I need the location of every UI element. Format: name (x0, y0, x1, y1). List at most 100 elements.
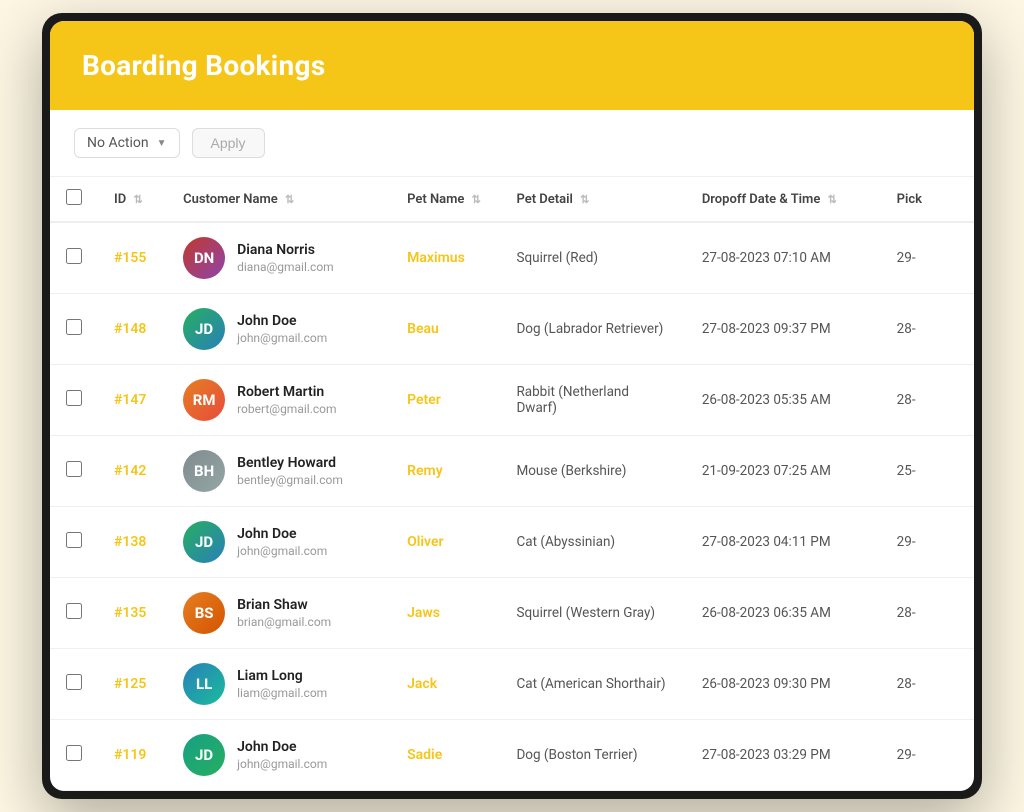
action-dropdown-label: No Action (87, 135, 149, 151)
customer-email: liam@gmail.com (237, 686, 327, 700)
row-pet-name[interactable]: Oliver (391, 507, 500, 578)
row-customer: JD John Doe john@gmail.com (167, 507, 391, 578)
header-pet-name: Pet Name ⇅ (391, 177, 500, 222)
device-frame: Boarding Bookings No Action ▼ Apply ID (42, 13, 982, 799)
sort-icon-detail[interactable]: ⇅ (580, 193, 589, 206)
row-pickup: 28- (881, 365, 974, 436)
row-dropoff: 27-08-2023 09:37 PM (686, 294, 881, 365)
table-row: #142 BH Bentley Howard bentley@gmail.com… (50, 436, 974, 507)
table-row: #125 LL Liam Long liam@gmail.com Jack Ca… (50, 649, 974, 720)
avatar: BH (183, 450, 225, 492)
row-id: #148 (98, 294, 167, 365)
table-row: #147 RM Robert Martin robert@gmail.com P… (50, 365, 974, 436)
customer-name: Bentley Howard (237, 455, 343, 471)
bookings-table: ID ⇅ Customer Name ⇅ Pet Name ⇅ Pet De (50, 177, 974, 791)
customer-info: Diana Norris diana@gmail.com (237, 242, 334, 274)
customer-info: John Doe john@gmail.com (237, 526, 327, 558)
action-dropdown[interactable]: No Action ▼ (74, 128, 180, 158)
customer-name: John Doe (237, 313, 327, 329)
row-checkbox-#135[interactable] (66, 603, 82, 619)
table-row: #119 JD John Doe john@gmail.com Sadie Do… (50, 720, 974, 791)
customer-email: diana@gmail.com (237, 260, 334, 274)
select-all-checkbox[interactable] (66, 189, 82, 205)
customer-name: Liam Long (237, 668, 327, 684)
row-pickup: 28- (881, 649, 974, 720)
row-customer: JD John Doe john@gmail.com (167, 720, 391, 791)
header-checkbox-cell (50, 177, 98, 222)
row-customer: LL Liam Long liam@gmail.com (167, 649, 391, 720)
row-id: #119 (98, 720, 167, 791)
row-pet-name[interactable]: Sadie (391, 720, 500, 791)
row-customer: RM Robert Martin robert@gmail.com (167, 365, 391, 436)
row-pet-detail: Dog (Boston Terrier) (500, 720, 685, 791)
customer-info: John Doe john@gmail.com (237, 313, 327, 345)
row-checkbox-cell (50, 649, 98, 720)
toolbar: No Action ▼ Apply (50, 110, 974, 177)
row-pet-name[interactable]: Jack (391, 649, 500, 720)
row-dropoff: 26-08-2023 05:35 AM (686, 365, 881, 436)
table-row: #135 BS Brian Shaw brian@gmail.com Jaws … (50, 578, 974, 649)
row-checkbox-cell (50, 294, 98, 365)
row-pet-name[interactable]: Maximus (391, 222, 500, 294)
row-checkbox-#119[interactable] (66, 745, 82, 761)
table-body: #155 DN Diana Norris diana@gmail.com Max… (50, 222, 974, 791)
row-checkbox-cell (50, 578, 98, 649)
sort-icon-customer[interactable]: ⇅ (285, 193, 294, 206)
row-pickup: 28- (881, 578, 974, 649)
header-dropoff: Dropoff Date & Time ⇅ (686, 177, 881, 222)
row-checkbox-cell (50, 507, 98, 578)
row-pickup: 25- (881, 436, 974, 507)
row-dropoff: 21-09-2023 07:25 AM (686, 436, 881, 507)
row-customer: DN Diana Norris diana@gmail.com (167, 222, 391, 294)
row-pickup: 29- (881, 222, 974, 294)
customer-name: John Doe (237, 526, 327, 542)
customer-name: Brian Shaw (237, 597, 331, 613)
header-pickup: Pick (881, 177, 974, 222)
row-checkbox-cell (50, 365, 98, 436)
sort-icon-id[interactable]: ⇅ (133, 193, 142, 206)
row-pet-name[interactable]: Peter (391, 365, 500, 436)
row-pickup: 28- (881, 294, 974, 365)
row-pet-detail: Cat (American Shorthair) (500, 649, 685, 720)
row-id: #142 (98, 436, 167, 507)
customer-email: john@gmail.com (237, 544, 327, 558)
row-pet-name[interactable]: Remy (391, 436, 500, 507)
row-id: #135 (98, 578, 167, 649)
row-pet-detail: Mouse (Berkshire) (500, 436, 685, 507)
chevron-down-icon: ▼ (157, 138, 167, 149)
row-checkbox-#138[interactable] (66, 532, 82, 548)
header-customer: Customer Name ⇅ (167, 177, 391, 222)
row-pet-detail: Cat (Abyssinian) (500, 507, 685, 578)
apply-button[interactable]: Apply (192, 128, 265, 158)
row-checkbox-cell (50, 720, 98, 791)
customer-email: john@gmail.com (237, 331, 327, 345)
row-pet-name[interactable]: Beau (391, 294, 500, 365)
avatar: BS (183, 592, 225, 634)
page-header: Boarding Bookings (50, 21, 974, 110)
customer-email: john@gmail.com (237, 757, 327, 771)
sort-icon-pet[interactable]: ⇅ (472, 193, 481, 206)
row-checkbox-#147[interactable] (66, 390, 82, 406)
row-pet-detail: Dog (Labrador Retriever) (500, 294, 685, 365)
row-checkbox-#125[interactable] (66, 674, 82, 690)
bookings-table-wrapper: ID ⇅ Customer Name ⇅ Pet Name ⇅ Pet De (50, 177, 974, 791)
table-row: #148 JD John Doe john@gmail.com Beau Dog… (50, 294, 974, 365)
row-pet-detail: Squirrel (Red) (500, 222, 685, 294)
header-id: ID ⇅ (98, 177, 167, 222)
customer-info: Robert Martin robert@gmail.com (237, 384, 336, 416)
avatar: JD (183, 521, 225, 563)
sort-icon-dropoff[interactable]: ⇅ (828, 193, 837, 206)
row-pet-name[interactable]: Jaws (391, 578, 500, 649)
avatar: JD (183, 734, 225, 776)
avatar: RM (183, 379, 225, 421)
row-checkbox-#142[interactable] (66, 461, 82, 477)
row-checkbox-#148[interactable] (66, 319, 82, 335)
table-row: #155 DN Diana Norris diana@gmail.com Max… (50, 222, 974, 294)
row-customer: BS Brian Shaw brian@gmail.com (167, 578, 391, 649)
row-dropoff: 26-08-2023 06:35 AM (686, 578, 881, 649)
customer-info: Bentley Howard bentley@gmail.com (237, 455, 343, 487)
avatar: LL (183, 663, 225, 705)
customer-email: bentley@gmail.com (237, 473, 343, 487)
customer-info: Brian Shaw brian@gmail.com (237, 597, 331, 629)
row-checkbox-#155[interactable] (66, 248, 82, 264)
